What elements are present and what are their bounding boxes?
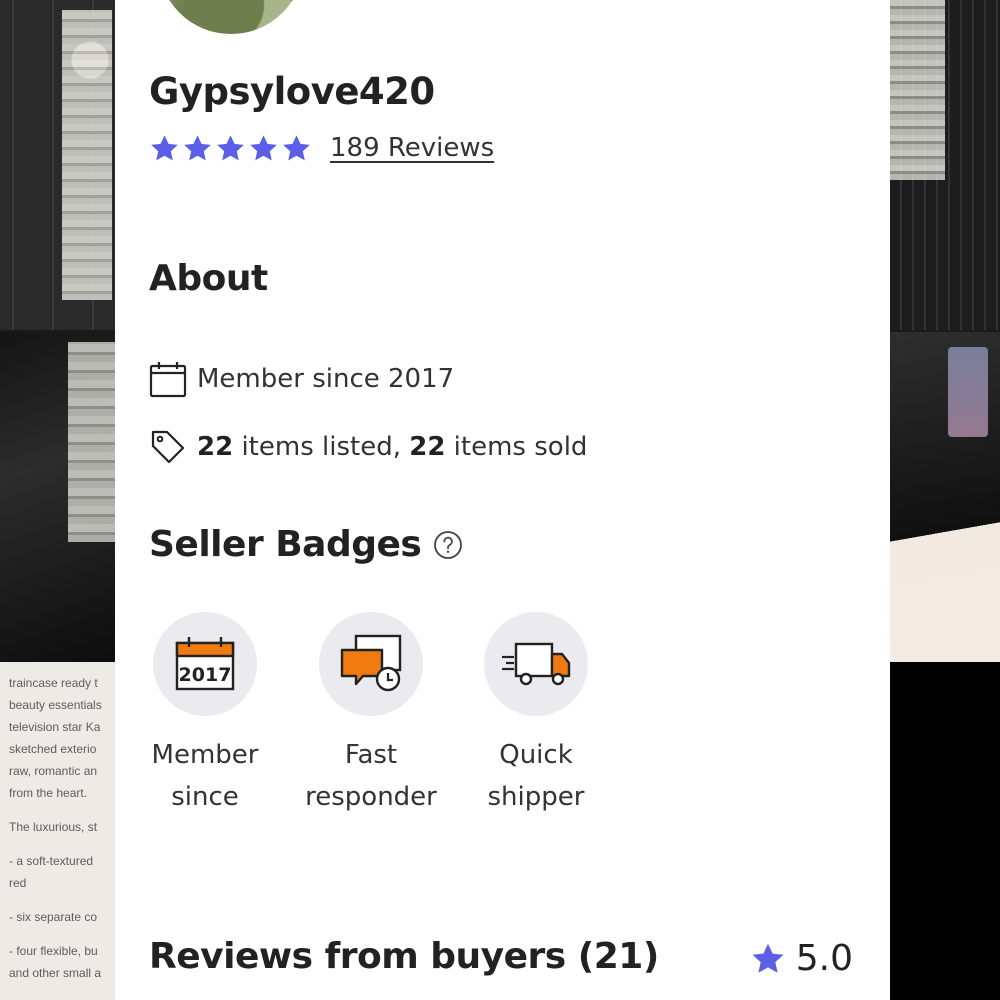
delivery-truck-icon	[502, 642, 571, 686]
seller-username: Gypsylove420	[149, 70, 435, 113]
background-photo-right-top	[890, 0, 1000, 330]
badge-label-line: Quick	[499, 740, 573, 770]
badge-quick-shipper[interactable]: Quick shipper	[469, 612, 603, 818]
description-line: and other small a	[9, 966, 102, 980]
member-since-row: Member since 2017	[149, 360, 454, 398]
description-line: television star Ka	[9, 720, 101, 734]
badge-icon-circle	[484, 612, 588, 716]
member-since-text: Member since 2017	[197, 364, 455, 394]
description-line: - six separate co	[9, 910, 98, 924]
description-line: from the heart.	[9, 786, 88, 800]
background-photo-right-middle	[890, 332, 1000, 662]
description-line: sketched exterio	[9, 742, 97, 756]
description-line: - a soft-textured	[9, 854, 94, 868]
items-sold-count: 22	[409, 432, 446, 462]
rating-stars	[149, 133, 312, 164]
badge-label-line: Fast	[344, 740, 398, 770]
description-line: traincase ready t	[9, 676, 98, 690]
star-icon	[151, 135, 178, 161]
background-dark-area	[890, 662, 1000, 1000]
badge-calendar-year: 2017	[179, 664, 232, 686]
badge-label-line: shipper	[487, 782, 585, 812]
star-icon	[217, 135, 244, 161]
description-line: raw, romantic an	[9, 764, 98, 778]
items-listed-count: 22	[197, 432, 234, 462]
star-icon	[283, 135, 310, 161]
description-line: - four flexible, bu	[9, 944, 98, 958]
badge-label: Fast responder	[304, 734, 438, 818]
avatar[interactable]	[158, 0, 304, 34]
items-stats-text: 22 items listed, 22 items sold	[197, 432, 587, 462]
tag-icon	[151, 430, 185, 464]
star-icon	[752, 943, 784, 973]
star-icon	[250, 135, 277, 161]
badge-label-line: responder	[305, 782, 437, 812]
badge-icon-circle: 2017	[153, 612, 257, 716]
badge-member-since[interactable]: 2017 Member since	[138, 612, 272, 818]
badge-label-line: Member	[151, 740, 259, 770]
calendar-2017-icon: 2017	[175, 637, 235, 691]
items-listed-label: items listed,	[233, 432, 410, 462]
description-line: red	[9, 876, 27, 890]
description-line: The luxurious, st	[9, 820, 98, 834]
help-icon[interactable]	[433, 530, 463, 560]
background-photo-left-top	[0, 0, 115, 330]
background-photo-left-middle	[0, 332, 115, 662]
calendar-icon	[149, 362, 187, 398]
badge-label: Member since	[138, 734, 272, 818]
description-line: beauty essentials	[9, 698, 102, 712]
seller-profile-panel: Gypsylove420 189 Reviews About Member si…	[115, 0, 890, 1000]
buyer-reviews-heading: Reviews from buyers (21)	[149, 936, 659, 977]
background-description-text: traincase ready t beauty essentials tele…	[0, 662, 115, 1000]
items-sold-label: items sold	[445, 432, 588, 462]
seller-badges-heading: Seller Badges	[149, 524, 463, 565]
badge-icon-circle	[319, 612, 423, 716]
badge-label: Quick shipper	[469, 734, 603, 818]
reviews-link[interactable]: 189 Reviews	[330, 133, 494, 163]
items-stats-row: 22 items listed, 22 items sold	[149, 428, 587, 466]
about-heading: About	[149, 258, 268, 299]
star-icon	[184, 135, 211, 161]
overall-rating: 5.0	[750, 938, 853, 979]
overall-rating-value: 5.0	[795, 938, 853, 979]
seller-badges-title: Seller Badges	[149, 524, 422, 565]
badge-fast-responder[interactable]: Fast responder	[304, 612, 438, 818]
badge-label-line: since	[171, 782, 239, 812]
chat-clock-icon	[340, 634, 402, 692]
